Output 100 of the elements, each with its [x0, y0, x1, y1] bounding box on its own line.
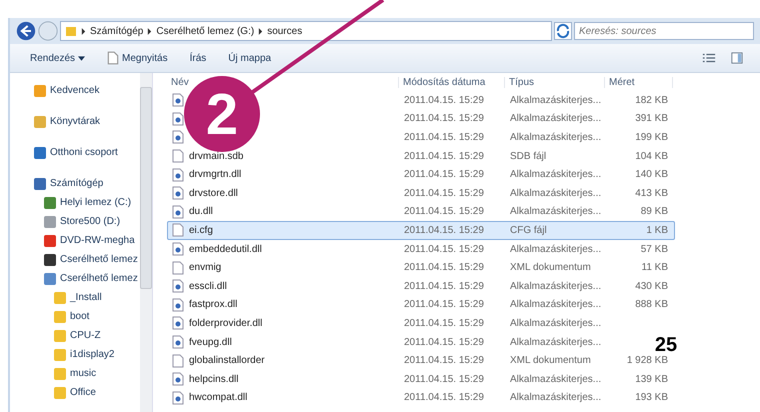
file-name: helpcins.dll: [189, 374, 238, 385]
dll-file-icon: [172, 372, 184, 386]
dll-file-icon: [172, 93, 184, 108]
file-name: hwcompat.dll: [189, 392, 248, 404]
sidebar-item[interactable]: Könyvtárak: [10, 112, 140, 131]
size-cell-text: 1 928 KB: [626, 355, 669, 366]
sidebar-item[interactable]: i1display2: [10, 345, 140, 364]
search-field[interactable]: Keresés: sources: [574, 22, 754, 40]
preview-pane-icon[interactable]: [730, 52, 744, 64]
sidebar-item[interactable]: Helyi lemez (C:): [10, 193, 140, 212]
sidebar-item[interactable]: CPU-Z: [10, 326, 140, 345]
breadcrumb[interactable]: Számítógép: [90, 26, 144, 36]
type-cell-text: Alkalmazáskiterjes...: [509, 244, 602, 255]
view-icon[interactable]: [702, 52, 716, 64]
folder-icon: [65, 25, 77, 37]
type-cell-text: Alkalmazáskiterjes...: [509, 169, 602, 180]
size-cell-text: 140 KB: [634, 169, 669, 180]
sidebar-item[interactable]: Cserélhető lemez: [10, 250, 140, 269]
toolbar-button[interactable]: Rendezés: [26, 50, 90, 66]
size-cell-text: 1 KB: [645, 224, 669, 236]
column-header[interactable]: Típus: [505, 76, 605, 88]
sidebar-item[interactable]: Office: [10, 383, 140, 402]
type-cell-text: Alkalmazáskiterjes...: [509, 188, 602, 199]
file-name: globalinstallorder: [189, 355, 265, 366]
sidebar-item[interactable]: Kedvencek: [10, 81, 140, 100]
sidebar-item[interactable]: boot: [10, 307, 140, 326]
dll-file-icon: [172, 130, 184, 144]
address-field[interactable]: Számítógép Cserélhető lemez (G:) sources: [60, 21, 552, 41]
dll-file-icon: [172, 316, 184, 330]
type-cell-text: Alkalmazáskiterjes...: [509, 94, 602, 106]
type-cell-text: SDB fájl: [509, 150, 548, 162]
type-cell-text: Alkalmazáskiterjes...: [509, 132, 602, 143]
file-name: drvmain.sdb: [189, 150, 244, 162]
file-name: embeddedutil.dll: [189, 244, 262, 255]
column-header[interactable]: Méret: [605, 76, 673, 88]
breadcrumb[interactable]: Cserélhető lemez (G:): [156, 26, 254, 36]
file-icon: [172, 260, 184, 275]
dll-file-icon: [172, 204, 184, 219]
dll-file-icon: [172, 112, 184, 126]
file-icon: [172, 354, 184, 368]
date-cell-text: 2011.04.15. 15:29: [403, 374, 485, 385]
date-cell-text: 2011.04.15. 15:29: [403, 392, 485, 404]
sidebar-item[interactable]: _Install: [10, 288, 140, 307]
date-cell-text: 2011.04.15. 15:29: [403, 150, 485, 162]
refresh-icon[interactable]: [554, 22, 572, 40]
file-name: envmig: [189, 262, 222, 274]
chevron-icon[interactable]: [147, 28, 152, 34]
caret-icon: [78, 56, 86, 60]
file-name: fastprox.dll: [189, 299, 238, 310]
chevron-icon[interactable]: [81, 28, 86, 34]
size-cell-text: 430 KB: [634, 280, 669, 292]
file-name: esscli.dll: [189, 280, 227, 292]
date-cell-text: 2011.04.15. 15:29: [403, 299, 485, 310]
size-cell-text: 104 KB: [634, 150, 669, 162]
size-cell-text: 888 KB: [634, 299, 669, 310]
size-cell-text: 199 KB: [634, 132, 669, 143]
column-header[interactable]: Módosítás dátuma: [399, 76, 505, 88]
chevron-icon[interactable]: [258, 28, 264, 34]
breadcrumb[interactable]: sources: [267, 26, 302, 36]
scrollbar[interactable]: [140, 73, 152, 412]
size-cell-text: 11 KB: [640, 262, 669, 274]
file-name: du.dll: [189, 206, 213, 218]
file-icon: [172, 149, 184, 164]
size-cell-text: 413 KB: [634, 188, 669, 199]
back-icon[interactable]: [16, 21, 36, 41]
sidebar-item[interactable]: Cserélhető lemez: [10, 269, 140, 288]
size-cell-text: 193 KB: [634, 392, 669, 404]
dll-file-icon: [172, 298, 184, 312]
file-name: drvstore.dll: [189, 188, 238, 199]
sidebar-item[interactable]: DVD-RW-megha: [10, 231, 140, 250]
sidebar-item[interactable]: Otthoni csoport: [10, 143, 140, 162]
toolbar-button[interactable]: Megnyitás: [103, 49, 172, 67]
dll-file-icon: [172, 242, 184, 256]
dll-file-icon: [172, 279, 184, 294]
sidebar-item[interactable]: Store500 (D:): [10, 212, 140, 231]
type-cell-text: CFG fájl: [509, 224, 548, 236]
date-cell-text: 2011.04.15. 15:29: [403, 206, 485, 218]
file-name: ei.cfg: [189, 224, 213, 236]
file-name: drvmgrtn.dll: [189, 169, 242, 180]
date-cell-text: 2011.04.15. 15:29: [403, 318, 485, 329]
type-cell-text: Alkalmazáskiterjes...: [509, 113, 602, 124]
date-cell-text: 2011.04.15. 15:29: [403, 336, 485, 348]
document-icon: [107, 51, 120, 65]
dll-file-icon: [172, 390, 184, 405]
type-cell-text: XML dokumentum: [509, 262, 592, 274]
size-cell-text: 182 KB: [634, 94, 669, 106]
file-icon: [172, 223, 184, 238]
toolbar-button[interactable]: Írás: [186, 50, 210, 66]
type-cell-text: Alkalmazáskiterjes...: [509, 206, 602, 218]
date-cell-text: 2011.04.15. 15:29: [403, 224, 485, 236]
size-cell-text: 391 KB: [634, 113, 669, 124]
sidebar-item[interactable]: music: [10, 364, 140, 383]
sidebar-item[interactable]: Számítógép: [10, 174, 140, 193]
type-cell-text: XML dokumentum: [509, 355, 592, 366]
toolbar-button[interactable]: Új mappa: [224, 50, 276, 66]
size-cell-text: 57 KB: [640, 244, 669, 255]
selected-row[interactable]: ei.cfg 2011.04.15. 15:29 CFG fájl 1 KB: [167, 221, 675, 240]
date-cell-text: 2011.04.15. 15:29: [403, 94, 485, 106]
date-cell-text: 2011.04.15. 15:29: [403, 262, 485, 274]
type-cell-text: Alkalmazáskiterjes...: [509, 318, 602, 329]
